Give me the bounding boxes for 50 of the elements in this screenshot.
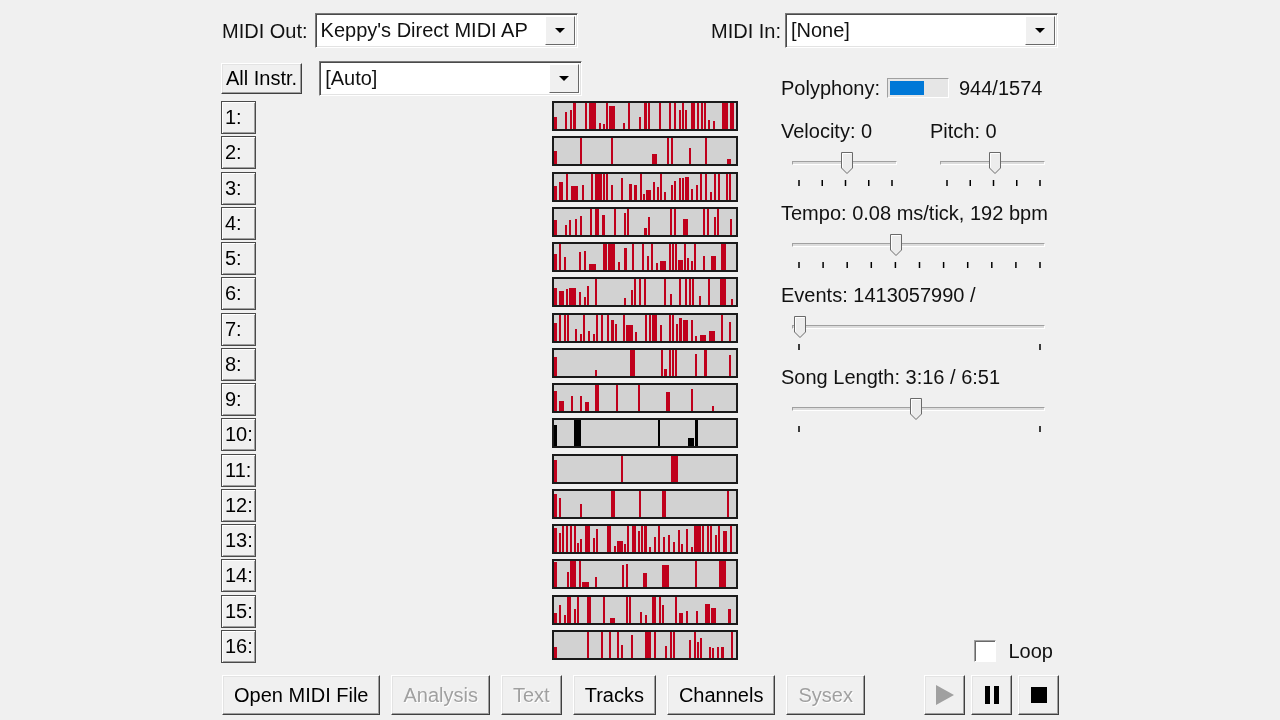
song-length-label: Song Length: 3:16 / 6:51: [781, 365, 1002, 389]
channel-button[interactable]: 10:: [221, 418, 256, 452]
stop-icon: [1030, 687, 1047, 703]
play-icon: [935, 685, 954, 705]
channel-button[interactable]: 1:: [221, 101, 256, 134]
channel-button[interactable]: 6:: [221, 277, 256, 311]
dropdown-button[interactable]: [544, 16, 575, 45]
channel-button[interactable]: 4:: [221, 206, 256, 240]
channel-button[interactable]: 5:: [221, 242, 256, 275]
pause-button[interactable]: [971, 675, 1012, 715]
channel-button[interactable]: 16:: [221, 629, 256, 663]
stop-button[interactable]: [1018, 675, 1059, 715]
channel-button[interactable]: 2:: [221, 136, 256, 170]
slider-thumb[interactable]: [988, 152, 1001, 174]
midi-in-label: MIDI In:: [711, 18, 781, 43]
channel-button[interactable]: 15:: [221, 594, 256, 628]
toolbar-button[interactable]: Open MIDI File: [222, 675, 381, 715]
channel-button[interactable]: 14:: [221, 559, 256, 593]
caret-icon: [1035, 28, 1045, 33]
midi-in-dropdown[interactable]: [None]: [785, 13, 1058, 48]
channel-button[interactable]: 12:: [221, 488, 256, 522]
slider-thumb[interactable]: [840, 152, 853, 174]
midi-out-dropdown[interactable]: Keppy's Direct MIDI AP: [314, 13, 578, 48]
dropdown-button[interactable]: [549, 63, 580, 93]
tempo-label: Tempo: 0.08 ms/tick, 192 bpm: [781, 201, 1049, 225]
slider-thumb[interactable]: [909, 398, 922, 420]
polyphony-reading: 944/1574: [958, 76, 1043, 100]
channel-button[interactable]: 3:: [221, 171, 256, 205]
channel-button[interactable]: 9:: [221, 383, 256, 416]
dropdown-button[interactable]: [1025, 16, 1055, 45]
velocity-label: Velocity: 0: [781, 119, 874, 143]
channel-button[interactable]: 13:: [221, 524, 256, 557]
midi-out-label: MIDI Out:: [222, 18, 308, 43]
channel-button[interactable]: 7:: [221, 312, 256, 346]
channel-button[interactable]: 11:: [221, 453, 256, 487]
pause-icon: [984, 686, 999, 704]
loop-label: Loop: [1008, 639, 1053, 663]
toolbar-button[interactable]: Channels: [666, 675, 776, 715]
toolbar-button[interactable]: Tracks: [572, 675, 656, 715]
all-instruments-button[interactable]: All Instr.: [221, 62, 303, 94]
caret-icon: [559, 75, 570, 81]
caret-icon: [554, 28, 565, 33]
loop-checkbox[interactable]: [973, 640, 996, 662]
polyphony-label: Polyphony:: [781, 76, 880, 100]
instrument-dropdown[interactable]: [Auto]: [319, 60, 583, 96]
channel-button[interactable]: 8:: [221, 347, 256, 381]
pitch-label: Pitch: 0: [930, 119, 998, 143]
events-label: Events: 1413057990 /: [781, 283, 977, 307]
slider-thumb[interactable]: [890, 234, 903, 256]
slider-thumb[interactable]: [794, 316, 806, 338]
